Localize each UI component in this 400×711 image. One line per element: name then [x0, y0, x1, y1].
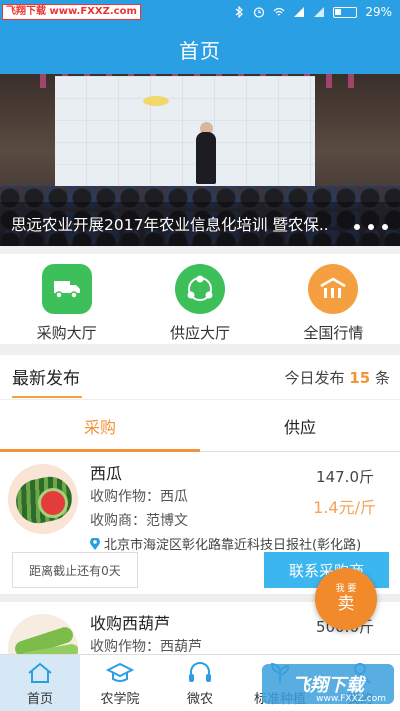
item-crop: 收购作物：西葫芦: [90, 639, 202, 655]
item-crop: 收购作物：西瓜: [90, 489, 188, 505]
latest-header: 最新发布 今日发布 15 条: [0, 355, 400, 400]
signal-icon: [294, 7, 305, 17]
market-icon: [308, 264, 359, 314]
today-summary: 今日发布 15 条: [285, 367, 390, 388]
home-icon: [28, 662, 52, 683]
item-weight: 147.0斤: [316, 468, 374, 486]
graduation-cap-icon: [106, 662, 134, 682]
nav-supply-hall-label: 供应大厅: [169, 324, 230, 342]
tab-purchase[interactable]: 采购: [0, 400, 200, 452]
quick-nav: 采购大厅 供应大厅 全国行情: [0, 254, 400, 344]
battery-icon: [333, 6, 358, 18]
nav-purchase-hall[interactable]: 采购大厅: [0, 254, 133, 344]
item-buyer: 收购商：范博文: [90, 513, 188, 529]
fab-small-label: 我 要: [335, 584, 357, 594]
carousel-dot[interactable]: [354, 224, 360, 230]
deadline-box: 距离截止还有0天: [12, 552, 138, 588]
sell-fab-button[interactable]: 我 要 卖: [315, 568, 377, 630]
bottom-nav-academy[interactable]: 农学院: [80, 655, 160, 711]
nav-purchase-hall-label: 采购大厅: [36, 324, 97, 342]
share-icon: [174, 264, 225, 314]
watermark-bottom-url: www.FXXZ.com: [316, 694, 386, 704]
bottom-nav-home[interactable]: 首页: [0, 655, 80, 711]
listing-tabs: 采购 供应: [0, 400, 400, 452]
bluetooth-icon: [235, 6, 244, 18]
alarm-icon: [254, 7, 265, 18]
latest-title: 最新发布: [12, 364, 82, 398]
item-thumbnail: [8, 464, 78, 534]
item-name: 西瓜: [90, 464, 123, 483]
app-root: 飞翔下载 www.FXXZ.com 29% 首页 思远农业开展2017年农业信息…: [0, 0, 400, 711]
bottom-nav-academy-label: 农学院: [100, 692, 140, 707]
nav-national-market[interactable]: 全国行情: [267, 254, 400, 344]
headset-icon: [189, 662, 211, 682]
nav-national-market-label: 全国行情: [303, 324, 364, 342]
carousel-dot[interactable]: [368, 224, 374, 230]
tab-supply[interactable]: 供应: [200, 400, 400, 451]
today-count: 15: [349, 368, 371, 387]
location-pin-icon: [90, 537, 100, 550]
carousel-dots: [354, 224, 388, 230]
banner-caption: 思远农业开展2017年农业信息化培训 暨农保..: [0, 202, 400, 246]
app-header: 首页: [0, 24, 400, 74]
battery-percent: 29%: [365, 5, 392, 19]
today-suffix: 条: [374, 368, 390, 387]
banner-screen: [55, 76, 315, 188]
bottom-nav-home-label: 首页: [26, 692, 53, 707]
item-name: 收购西葫芦: [90, 614, 171, 633]
carousel-dot[interactable]: [382, 224, 388, 230]
nav-supply-hall[interactable]: 供应大厅: [133, 254, 266, 344]
banner-carousel[interactable]: 思远农业开展2017年农业信息化培训 暨农保..: [0, 74, 400, 246]
status-bar: 飞翔下载 www.FXXZ.com 29%: [0, 0, 400, 24]
item-address-text: 北京市海淀区彰化路靠近科技日报社(彰化路): [104, 538, 362, 553]
page-title: 首页: [179, 38, 221, 63]
item-price: 1.4元/斤: [313, 498, 376, 517]
fab-main-label: 卖: [337, 594, 355, 614]
bottom-nav-micro-label: 微农: [186, 692, 213, 707]
truck-icon: [41, 264, 92, 314]
watermark-top: 飞翔下载 www.FXXZ.com: [2, 4, 141, 20]
item-thumbnail: [8, 614, 78, 655]
bottom-nav-micro[interactable]: 微农: [160, 655, 240, 711]
wifi-icon: [273, 7, 285, 16]
today-prefix: 今日发布: [284, 368, 345, 387]
signal-icon-2: [314, 7, 325, 17]
item-address: 北京市海淀区彰化路靠近科技日报社(彰化路): [90, 534, 361, 553]
banner-speaker: [196, 132, 216, 184]
